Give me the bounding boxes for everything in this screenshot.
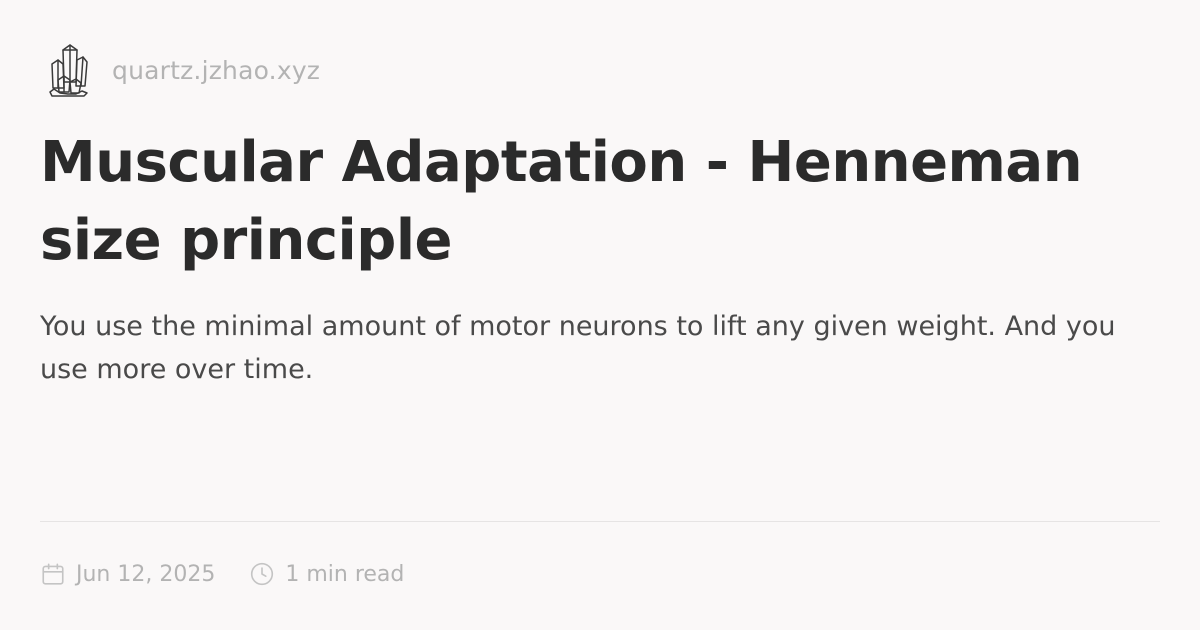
clock-icon: [251, 562, 274, 586]
article-meta: Jun 12, 2025 1 min read: [40, 554, 404, 594]
page-description: You use the minimal amount of motor neur…: [40, 311, 1116, 385]
calendar-icon: [42, 563, 64, 585]
publish-date: Jun 12, 2025: [76, 561, 216, 587]
site-header: quartz.jzhao.xyz: [44, 40, 320, 100]
reading-time-meta: 1 min read: [249, 561, 404, 587]
crystal-icon: [49, 44, 88, 97]
divider: [40, 521, 1160, 522]
date-meta: Jun 12, 2025: [40, 561, 215, 587]
site-name[interactable]: quartz.jzhao.xyz: [112, 56, 320, 85]
reading-time: 1 min read: [285, 561, 405, 587]
page-title: Muscular Adaptation - Henneman size prin…: [40, 130, 1083, 273]
